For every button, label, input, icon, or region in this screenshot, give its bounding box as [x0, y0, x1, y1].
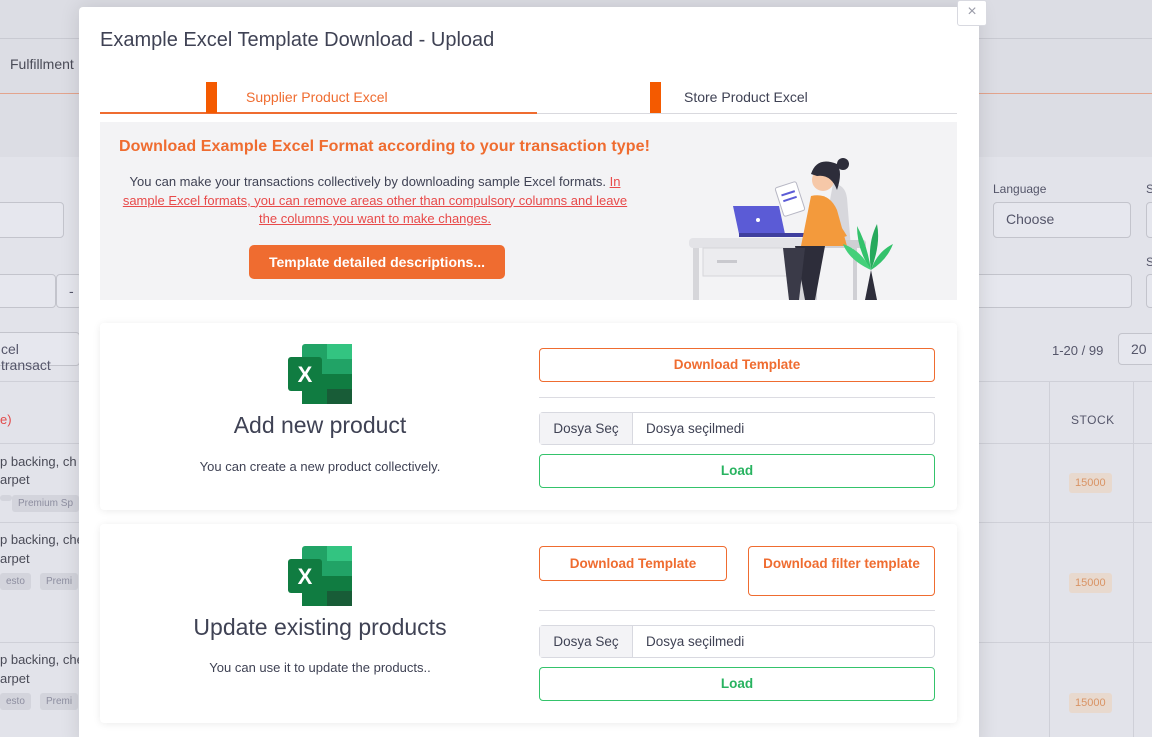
language-select[interactable]: Choose	[993, 202, 1131, 238]
load-button[interactable]: Load	[539, 454, 935, 488]
svg-text:X: X	[298, 362, 313, 387]
side-label: S	[1146, 182, 1152, 196]
range-start-input[interactable]	[0, 274, 56, 308]
choose-file-button[interactable]: Dosya Seç	[540, 626, 633, 657]
tab-marker	[650, 82, 661, 113]
load-button[interactable]: Load	[539, 667, 935, 701]
download-filter-template-button[interactable]: Download filter template	[748, 546, 935, 596]
product-name-line: arpet	[0, 551, 30, 566]
tab-supplier-product-excel[interactable]: Supplier Product Excel	[100, 81, 537, 114]
language-label: Language	[993, 182, 1047, 196]
tab-marker	[206, 82, 217, 113]
download-template-button[interactable]: Download Template	[539, 348, 935, 382]
update-existing-products-card: X Update existing products You can use i…	[100, 524, 957, 723]
filter-input[interactable]	[0, 202, 64, 238]
card-subtitle: You can use it to update the products..	[209, 660, 431, 675]
product-tag	[0, 495, 12, 501]
card-title: Update existing products	[193, 614, 447, 640]
product-name-line: arpet	[0, 472, 30, 487]
tab-bar: Supplier Product Excel Store Product Exc…	[100, 81, 957, 114]
file-input[interactable]: Dosya Seç Dosya seçilmedi	[539, 625, 935, 658]
modal-title: Example Excel Template Download - Upload	[100, 29, 495, 51]
table-header-link[interactable]: e)	[0, 411, 12, 429]
file-status: Dosya seçilmedi	[646, 421, 745, 436]
side-input[interactable]	[1146, 274, 1152, 308]
close-icon[interactable]: ×	[957, 0, 987, 26]
stock-badge: 15000	[1069, 693, 1112, 713]
side-select[interactable]	[1146, 202, 1152, 238]
stock-badge: 15000	[1069, 473, 1112, 493]
add-new-product-card: X Add new product You can create a new p…	[100, 323, 957, 510]
card-subtitle: You can create a new product collectivel…	[199, 459, 441, 474]
person-at-desk-illustration	[689, 158, 893, 300]
product-tag: Premi	[40, 693, 79, 710]
nav-item-fulfillment[interactable]: Fulfillment	[10, 56, 74, 72]
choose-file-button[interactable]: Dosya Seç	[540, 413, 633, 444]
search-input[interactable]: cel transact	[0, 332, 80, 373]
tab-store-product-excel[interactable]: Store Product Excel	[537, 81, 957, 114]
column-divider	[1133, 381, 1134, 737]
excel-icon: X	[288, 344, 352, 404]
file-input[interactable]: Dosya Seç Dosya seçilmedi	[539, 412, 935, 445]
divider	[539, 610, 935, 611]
product-tag: esto	[0, 693, 31, 710]
side-label-2: S	[1146, 255, 1152, 269]
product-name-line: arpet	[0, 671, 30, 686]
tab-label: Store Product Excel	[684, 89, 808, 105]
per-page-select[interactable]: 20	[1118, 333, 1152, 365]
product-tag: Premium Sp	[12, 495, 80, 512]
svg-text:X: X	[298, 564, 313, 589]
download-template-button[interactable]: Download Template	[539, 546, 727, 581]
excel-icon: X	[288, 546, 352, 606]
pagination-label: 1-20 / 99	[1052, 343, 1104, 358]
product-name-line: p backing, che	[0, 652, 84, 667]
product-name-line: p backing, che	[0, 532, 84, 547]
template-descriptions-button[interactable]: Template detailed descriptions...	[249, 245, 505, 279]
stock-column-header: STOCK	[1071, 413, 1115, 427]
info-banner: Download Example Excel Format according …	[100, 122, 957, 300]
banner-description-text: You can make your transactions collectiv…	[129, 174, 606, 189]
stock-badge: 15000	[1069, 573, 1112, 593]
card-title: Add new product	[233, 412, 407, 438]
product-tag: esto	[0, 573, 31, 590]
divider	[539, 397, 935, 398]
column-divider	[1049, 381, 1050, 737]
background-input[interactable]	[970, 274, 1132, 308]
file-status: Dosya seçilmedi	[646, 634, 745, 649]
banner-headline: Download Example Excel Format according …	[119, 138, 651, 155]
product-tag: Premi	[40, 573, 79, 590]
product-name-line: p backing, ch	[0, 454, 77, 469]
excel-template-modal: Example Excel Template Download - Upload…	[79, 7, 979, 737]
banner-description: You can make your transactions collectiv…	[120, 173, 630, 229]
tab-label: Supplier Product Excel	[246, 89, 388, 105]
